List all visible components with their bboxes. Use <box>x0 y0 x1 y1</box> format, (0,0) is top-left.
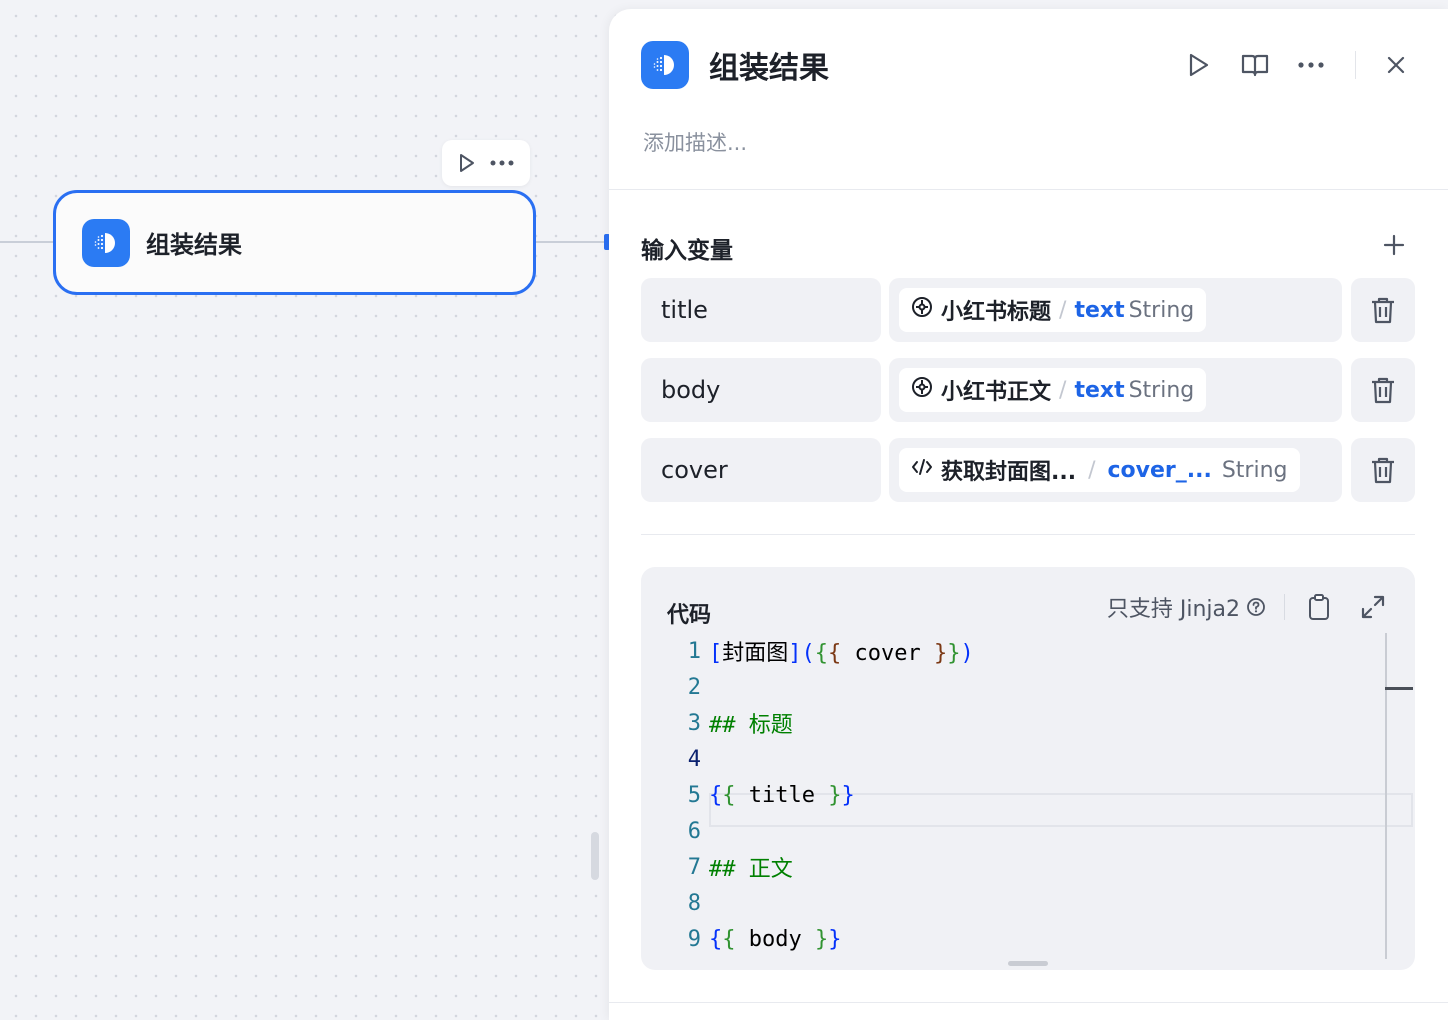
play-icon[interactable] <box>458 153 476 173</box>
code-line: 9 {{ body }} <box>641 921 1387 957</box>
input-variable-row: title 小红书标题 / text String <box>641 278 1415 342</box>
line-content: {{ title }} <box>709 782 855 808</box>
line-number: 8 <box>687 890 701 916</box>
more-dots-icon[interactable] <box>490 160 514 166</box>
line-number: 5 <box>687 782 701 808</box>
code-line: 6 <box>641 813 1387 849</box>
variable-reference-select[interactable]: 小红书正文 / text String <box>889 358 1342 422</box>
code-section: 代码 只支持 Jinja2 1 [封面图]({{ cover }}) 2 3 #… <box>641 567 1415 970</box>
divider <box>609 189 1448 190</box>
line-number: 2 <box>687 674 701 700</box>
trash-icon[interactable] <box>1351 358 1415 422</box>
expand-icon[interactable] <box>1357 591 1389 623</box>
input-variable-row: cover 获取封面图... / cover_... String <box>641 438 1415 502</box>
line-number: 7 <box>687 854 701 880</box>
edge-out <box>536 241 610 243</box>
workflow-node[interactable]: 组装结果 <box>53 190 536 295</box>
inputs-section-title: 输入变量 <box>641 238 733 264</box>
line-number: 6 <box>687 818 701 844</box>
trash-icon[interactable] <box>1351 438 1415 502</box>
reference-source: 小红书标题 <box>941 300 1052 325</box>
reference-chip[interactable]: 小红书正文 / text String <box>899 368 1207 412</box>
reference-source: 小红书正文 <box>941 380 1052 405</box>
reference-field: cover_... <box>1107 457 1212 483</box>
code-icon <box>911 457 933 483</box>
line-number: 1 <box>687 638 701 664</box>
code-resize-handle[interactable] <box>1008 961 1048 966</box>
code-line: 1 [封面图]({{ cover }}) <box>641 633 1387 669</box>
divider <box>609 1002 1448 1003</box>
code-line: 7 ## 正文 <box>641 849 1387 885</box>
agent-icon <box>911 296 933 324</box>
line-number: 9 <box>687 926 701 952</box>
reference-separator: / <box>1059 377 1067 403</box>
code-section-title: 代码 <box>667 603 712 628</box>
tools-divider <box>1284 594 1285 620</box>
editor-scrollbar[interactable] <box>1385 633 1387 959</box>
variable-name-input[interactable]: body <box>641 358 881 422</box>
panel-resize-handle[interactable] <box>591 832 599 880</box>
close-icon[interactable] <box>1380 49 1412 81</box>
divider <box>641 534 1415 535</box>
reference-field: text <box>1074 377 1125 403</box>
reference-source: 获取封面图... <box>941 460 1077 485</box>
reference-chip[interactable]: 小红书标题 / text String <box>899 288 1207 332</box>
variable-name-input[interactable]: cover <box>641 438 881 502</box>
reference-chip[interactable]: 获取封面图... / cover_... String <box>899 448 1300 492</box>
code-tools: 只支持 Jinja2 <box>1107 591 1389 623</box>
line-content: ## 正文 <box>709 857 793 882</box>
code-line: 5 {{ title }} <box>641 777 1387 813</box>
template-icon <box>82 218 130 267</box>
reference-field: text <box>1074 297 1125 323</box>
jinja-support-label: 只支持 Jinja2 <box>1107 591 1266 623</box>
code-line: 3 ## 标题 <box>641 705 1387 741</box>
reference-separator: / <box>1088 457 1096 483</box>
code-line: 2 <box>641 669 1387 705</box>
clipboard-icon[interactable] <box>1303 591 1335 623</box>
agent-icon <box>911 376 933 404</box>
plus-icon[interactable] <box>1380 231 1408 259</box>
panel-title[interactable]: 组装结果 <box>709 43 829 87</box>
reference-type: String <box>1128 297 1195 323</box>
help-icon[interactable] <box>1246 597 1266 617</box>
book-icon[interactable] <box>1239 49 1271 81</box>
jinja-support-text: 只支持 Jinja2 <box>1106 597 1240 622</box>
header-divider <box>1355 51 1356 79</box>
node-toolbar <box>442 140 530 186</box>
variable-name-input[interactable]: title <box>641 278 881 342</box>
trash-icon[interactable] <box>1351 278 1415 342</box>
code-line: 4 <box>641 741 1387 777</box>
more-dots-icon[interactable] <box>1295 49 1327 81</box>
line-content: ## 标题 <box>709 713 793 738</box>
description-input[interactable]: 添加描述... <box>643 127 747 157</box>
node-config-panel: 组装结果 添加描述... 输入变量 title 小红书标题 / text Str… <box>609 9 1448 1020</box>
line-content: {{ body }} <box>709 926 842 952</box>
scrollbar-cursor-marker <box>1385 687 1413 690</box>
reference-type: String <box>1128 377 1195 403</box>
play-icon[interactable] <box>1183 49 1215 81</box>
input-variable-row: body 小红书正文 / text String <box>641 358 1415 422</box>
line-content: [封面图]({{ cover }}) <box>709 641 974 666</box>
template-icon <box>641 41 689 89</box>
line-number: 4 <box>687 746 701 772</box>
reference-type: String <box>1221 457 1288 483</box>
reference-separator: / <box>1059 297 1067 323</box>
code-editor[interactable]: 1 [封面图]({{ cover }}) 2 3 ## 标题 4 5 {{ ti… <box>641 627 1413 957</box>
variable-reference-select[interactable]: 获取封面图... / cover_... String <box>889 438 1342 502</box>
variable-reference-select[interactable]: 小红书标题 / text String <box>889 278 1342 342</box>
edge-in <box>0 241 54 243</box>
code-line: 8 <box>641 885 1387 921</box>
line-number: 3 <box>687 710 701 736</box>
panel-header-actions <box>1183 49 1412 81</box>
node-title: 组装结果 <box>146 231 242 259</box>
